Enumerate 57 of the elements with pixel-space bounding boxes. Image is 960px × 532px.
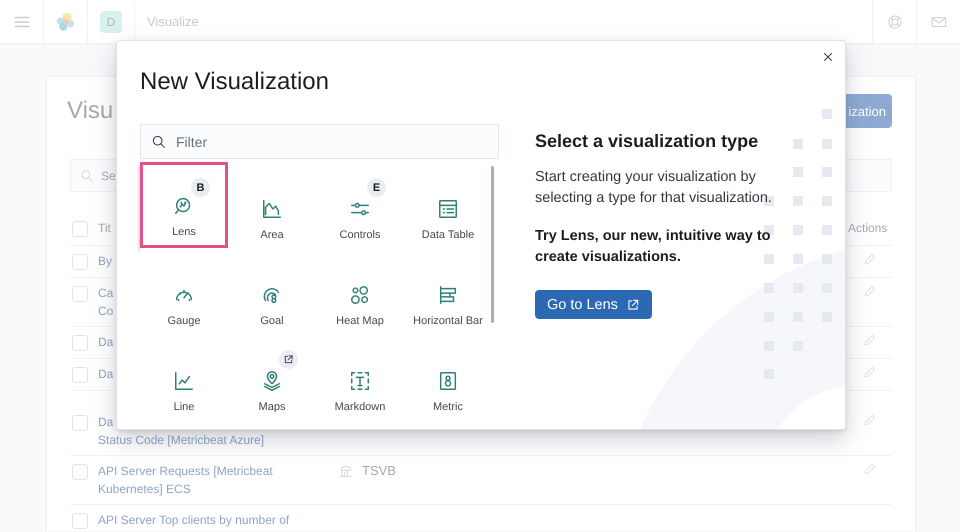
visualization-type-card[interactable]: B Lens bbox=[140, 162, 228, 248]
text-frame-icon bbox=[349, 370, 371, 392]
horizontal-bar-icon bbox=[437, 284, 459, 306]
page-title: Visu bbox=[67, 97, 114, 125]
pencil-icon[interactable] bbox=[863, 365, 877, 379]
column-header: Actions bbox=[848, 221, 888, 235]
checkbox[interactable] bbox=[72, 335, 88, 351]
beta-badge: B bbox=[191, 178, 210, 197]
card-label: Markdown bbox=[334, 401, 386, 413]
card-label: Heat Map bbox=[336, 315, 384, 327]
scrollbar[interactable] bbox=[491, 166, 494, 323]
info-heading: Select a visualization type bbox=[535, 130, 760, 153]
checkbox[interactable] bbox=[72, 513, 88, 529]
search-placeholder: Se bbox=[101, 168, 116, 182]
beta-badge: E bbox=[367, 178, 386, 197]
checkbox[interactable] bbox=[72, 254, 88, 270]
card-label: Lens bbox=[172, 226, 196, 238]
external-link-icon bbox=[626, 298, 640, 312]
table-icon bbox=[437, 198, 459, 220]
promo-text: Try Lens, our new, intuitive way to create visualizations. bbox=[535, 227, 772, 267]
pencil-icon[interactable] bbox=[863, 284, 877, 298]
line-chart-icon bbox=[173, 370, 195, 392]
card-label: Goal bbox=[260, 315, 284, 327]
metric-icon bbox=[437, 370, 459, 392]
checkbox[interactable] bbox=[72, 286, 88, 302]
card-label: Line bbox=[174, 401, 194, 413]
pencil-icon[interactable] bbox=[863, 413, 877, 427]
bubbles-icon bbox=[349, 284, 371, 306]
checkbox[interactable] bbox=[72, 415, 88, 431]
area-chart-icon bbox=[261, 198, 283, 220]
card-label: Controls bbox=[340, 229, 380, 241]
pencil-icon[interactable] bbox=[863, 462, 877, 476]
pencil-icon[interactable] bbox=[863, 252, 877, 266]
checkbox[interactable] bbox=[72, 464, 88, 480]
search-icon bbox=[151, 134, 167, 150]
modal-title: New Visualization bbox=[140, 67, 330, 97]
info-text: Start creating your visualization by selecting a type for that visualization. bbox=[535, 168, 773, 208]
card-label: Maps bbox=[258, 401, 286, 413]
map-pin-icon bbox=[261, 370, 283, 392]
visualization-type: TSVB bbox=[362, 462, 396, 480]
checkbox[interactable] bbox=[72, 367, 88, 383]
card-label: Metric bbox=[433, 401, 463, 413]
card-label: Gauge bbox=[167, 315, 201, 327]
column-header: Tit bbox=[98, 221, 111, 235]
card-label: Area bbox=[260, 229, 284, 241]
help-icon[interactable] bbox=[886, 12, 904, 30]
card-label: Horizontal Bar bbox=[413, 315, 483, 327]
external-link-icon bbox=[283, 354, 294, 365]
card-label: Data Table bbox=[422, 229, 474, 241]
search-icon bbox=[79, 168, 95, 184]
filter-field[interactable]: Filter bbox=[140, 124, 499, 159]
go-to-lens-button[interactable]: Go to Lens bbox=[535, 290, 652, 319]
filter-placeholder: Filter bbox=[176, 134, 208, 150]
logo-icon[interactable] bbox=[54, 10, 76, 32]
pencil-icon[interactable] bbox=[863, 333, 877, 347]
checkbox[interactable] bbox=[72, 221, 88, 237]
close-icon bbox=[821, 50, 835, 64]
